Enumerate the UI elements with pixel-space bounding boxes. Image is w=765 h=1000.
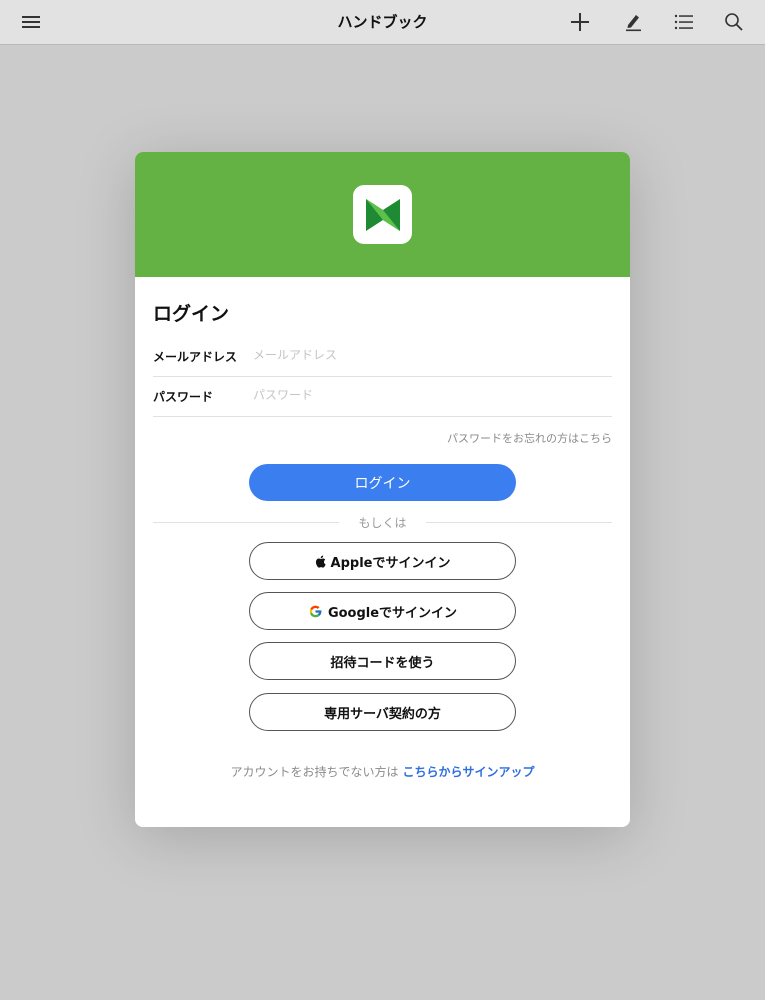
password-label: パスワード [153, 390, 214, 404]
plus-icon[interactable] [568, 10, 592, 34]
list-icon[interactable] [672, 10, 696, 34]
apple-signin-label: Appleでサインイン [330, 555, 451, 571]
or-divider: もしくは [153, 514, 612, 530]
apple-icon [315, 555, 326, 568]
email-label: メールアドレス [153, 350, 238, 364]
signup-prompt: アカウントをお持ちでない方は [230, 765, 399, 779]
email-row: メールアドレス [153, 336, 612, 377]
pen-icon[interactable] [621, 10, 645, 34]
login-dialog: ログイン メールアドレス パスワード パスワードをお忘れの方はこちら ログイン … [135, 152, 630, 827]
invite-code-button[interactable]: 招待コードを使う [249, 642, 516, 680]
login-button[interactable]: ログイン [249, 464, 516, 501]
dialog-header [135, 152, 630, 277]
app-logo-icon [353, 185, 412, 244]
google-signin-label: Googleでサインイン [327, 605, 458, 621]
password-field[interactable] [253, 384, 603, 406]
login-heading: ログイン [153, 303, 230, 325]
password-row: パスワード [153, 376, 612, 417]
divider-line-right [426, 522, 612, 523]
page-title: ハンドブック [337, 13, 428, 31]
signup-row: アカウントをお持ちでない方は こちらからサインアップ [135, 763, 630, 780]
apple-signin-button[interactable]: Appleでサインイン [249, 542, 516, 580]
google-signin-button[interactable]: Googleでサインイン [249, 592, 516, 630]
forgot-password-link[interactable]: パスワードをお忘れの方はこちら [447, 430, 612, 446]
email-field[interactable] [253, 344, 603, 366]
google-icon [308, 604, 323, 619]
signup-link[interactable]: こちらからサインアップ [403, 765, 535, 779]
top-toolbar: ハンドブック [0, 0, 765, 45]
dedicated-server-button[interactable]: 専用サーバ契約の方 [249, 693, 516, 731]
search-icon[interactable] [722, 10, 746, 34]
